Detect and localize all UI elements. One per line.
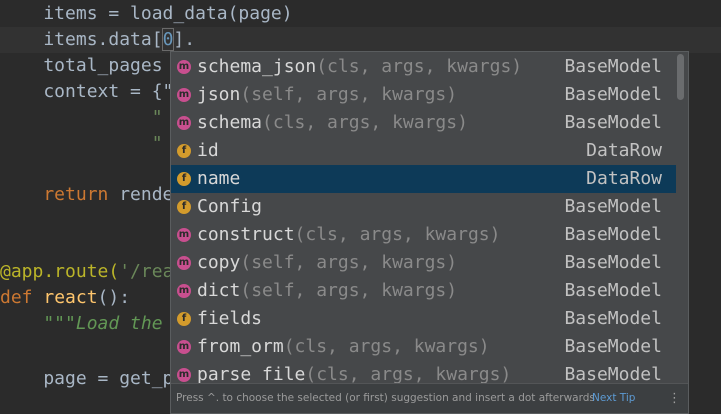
member-name: schema_json [197,56,317,77]
completion-item-type: BaseModel [564,308,662,329]
completion-item-type: BaseModel [564,84,662,105]
member-name: name [197,168,241,189]
completion-item-name: schema_json(cls, args, kwargs) [197,53,522,81]
completion-item-dict[interactable]: m dict(self, args, kwargs) BaseModel [171,277,676,305]
completion-footer: Press ^. to choose the selected (or firs… [171,383,688,413]
completion-item-type: DataRow [586,140,662,161]
completion-item-type: BaseModel [564,196,662,217]
completion-item-name: json(self, args, kwargs) [197,81,457,109]
method-icon: m [177,60,191,74]
completion-item-id[interactable]: f id DataRow [171,137,676,165]
method-icon: m [177,88,191,102]
completion-item-name: from_orm(cls, args, kwargs) [197,333,490,361]
completion-item-construct[interactable]: m construct(cls, args, kwargs) BaseModel [171,221,676,249]
field-icon: f [177,172,191,186]
member-name: Config [197,196,263,217]
method-icon: m [177,116,191,130]
completion-item-type: BaseModel [564,336,662,357]
member-params: (cls, args, kwargs) [316,56,523,77]
completion-scrollbar[interactable] [678,54,686,384]
completion-item-type: BaseModel [564,56,662,77]
field-icon: f [177,144,191,158]
member-params: (self, args, kwargs) [240,252,458,273]
member-params: (cls, args, kwargs) [262,112,468,133]
completion-scrollbar-thumb[interactable] [677,54,684,100]
completion-item-schema-json[interactable]: m schema_json(cls, args, kwargs) BaseModel [171,53,676,81]
completion-item-type: BaseModel [564,224,662,245]
completion-item-name[interactable]: f name DataRow [171,165,676,193]
member-name: from_orm [197,336,284,357]
completion-item-type: BaseModel [564,280,662,301]
completion-item-schema[interactable]: m schema(cls, args, kwargs) BaseModel [171,109,676,137]
member-params: (self, args, kwargs) [240,84,458,105]
method-icon: m [177,284,191,298]
completion-item-name: construct(cls, args, kwargs) [197,221,500,249]
member-params: (cls, args, kwargs) [283,336,490,357]
member-name: schema [197,112,263,133]
completion-item-type: BaseModel [564,252,662,273]
completion-item-type: DataRow [586,168,662,189]
completion-item-type: BaseModel [564,112,662,133]
member-name: construct [197,224,295,245]
completion-popup[interactable]: m schema_json(cls, args, kwargs) BaseModel… [170,51,689,414]
completion-item-Config[interactable]: f Config BaseModel [171,193,676,221]
member-name: dict [197,280,241,301]
field-icon: f [177,312,191,326]
method-icon: m [177,368,191,382]
completion-item-name: id [197,137,219,165]
member-name: copy [197,252,241,273]
code-line: items = load_data(page) [0,3,293,24]
completion-item-name: copy(self, args, kwargs) [197,249,457,277]
completion-item-name: Config [197,193,262,221]
code-line-current: items.data[0]. [0,27,721,53]
more-options-icon[interactable]: ⋮ [668,384,681,413]
member-name: id [197,140,219,161]
completion-item-name: schema(cls, args, kwargs) [197,109,468,137]
member-name: json [197,84,241,105]
method-icon: m [177,340,191,354]
method-icon: m [177,256,191,270]
member-name: fields [197,308,263,329]
index-literal: 0 [161,28,175,51]
member-params: (self, args, kwargs) [240,280,458,301]
member-params: (cls, args, kwargs) [294,224,501,245]
completion-item-name: name [197,165,240,193]
completion-item-name: dict(self, args, kwargs) [197,277,457,305]
member-name: parse_file [197,364,306,385]
method-icon: m [177,228,191,242]
completion-item-copy[interactable]: m copy(self, args, kwargs) BaseModel [171,249,676,277]
completion-hint: Press ^. to choose the selected (or firs… [176,392,595,404]
completion-item-from-orm[interactable]: m from_orm(cls, args, kwargs) BaseModel [171,333,676,361]
field-icon: f [177,200,191,214]
member-params: (cls, args, kwargs) [305,364,512,385]
completion-item-name: fields [197,305,262,333]
completion-item-fields[interactable]: f fields BaseModel [171,305,676,333]
next-tip-link[interactable]: Next Tip [592,384,635,413]
completion-item-json[interactable]: m json(self, args, kwargs) BaseModel [171,81,676,109]
